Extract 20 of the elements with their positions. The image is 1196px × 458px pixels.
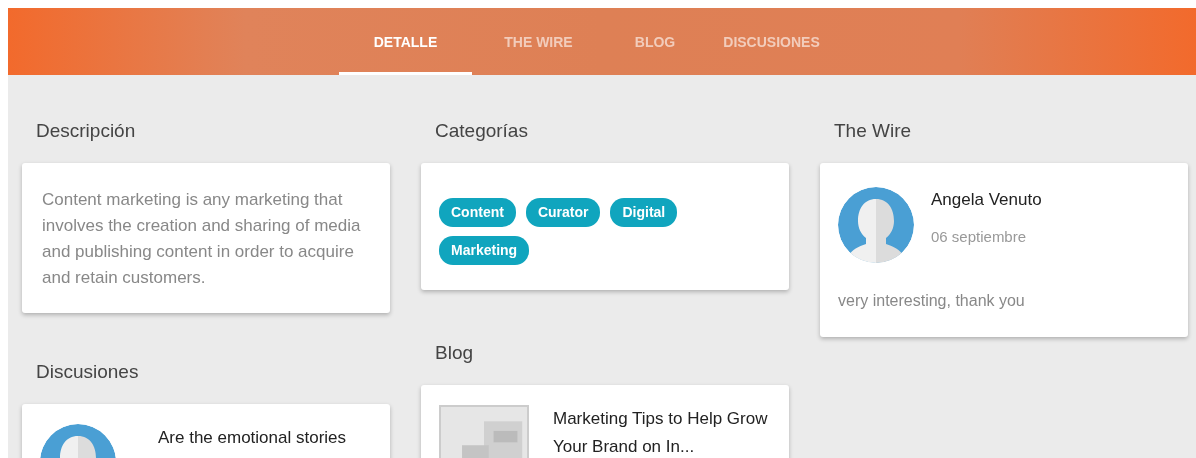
section-heading: Blog xyxy=(435,341,475,365)
section-heading: Discusiones xyxy=(36,360,140,384)
description-text: Content marketing is any marketing that involves the creation and sharing of media and publishing content in order to acquire and retain customers. xyxy=(41,188,362,289)
category-tag[interactable]: Content xyxy=(439,197,516,227)
comment-text: very interesting, thank you xyxy=(838,290,1026,311)
tab[interactable]: DETALLE xyxy=(339,32,472,75)
section-heading: Descripción xyxy=(36,120,137,143)
category-tag[interactable]: Digital xyxy=(610,197,678,227)
section-heading: The Wire xyxy=(834,120,913,143)
tab[interactable]: THE WIRE xyxy=(472,32,605,75)
section-heading: Categorías xyxy=(435,120,529,143)
post-date: 06 septiembre xyxy=(931,227,1028,248)
category-tag[interactable]: Curator xyxy=(525,197,601,227)
category-tag[interactable]: Marketing xyxy=(439,235,530,265)
author-name: Angela Venuto xyxy=(931,188,1042,211)
discussion-title: Are the emotional stories xyxy=(158,426,347,449)
tab[interactable]: BLOG xyxy=(605,32,705,75)
avatar-icon xyxy=(838,186,914,263)
tab[interactable]: DISCUSIONES xyxy=(705,32,838,75)
blog-post-title[interactable]: Marketing Tips to Help Grow Your Brand on In... xyxy=(553,404,771,458)
